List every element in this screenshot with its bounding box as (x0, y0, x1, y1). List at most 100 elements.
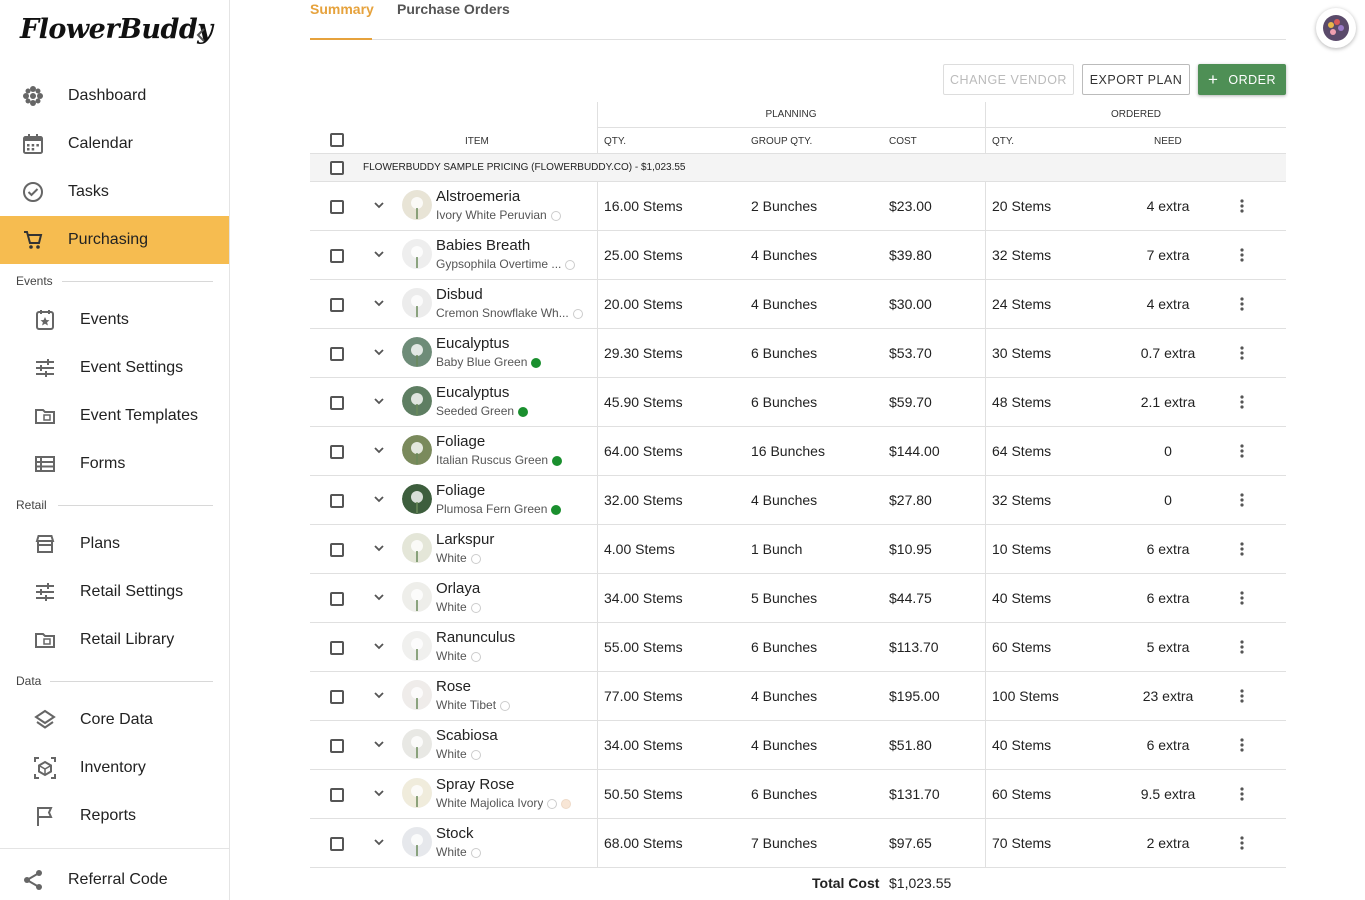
chevron-down-icon[interactable] (372, 492, 386, 506)
chevron-down-icon[interactable] (372, 296, 386, 310)
ordered-qty: 20 Stems (992, 198, 1052, 214)
need: 0 (1164, 443, 1172, 459)
select-all-checkbox[interactable] (330, 133, 344, 147)
more-vert-icon[interactable] (1239, 394, 1245, 410)
row-checkbox[interactable] (330, 396, 344, 410)
change-vendor-button[interactable]: CHANGE VENDOR (943, 64, 1074, 95)
status-dot (500, 701, 511, 711)
vendor-label: FLOWERBUDDY SAMPLE PRICING (FLOWERBUDDY.… (363, 162, 686, 173)
avatar[interactable] (1316, 8, 1356, 48)
table-row[interactable]: Spray Rose White Majolica Ivory 50.50 Stem… (310, 770, 1286, 819)
chevron-down-icon[interactable] (372, 247, 386, 261)
available-status-dot (531, 358, 542, 368)
more-vert-icon[interactable] (1239, 835, 1245, 851)
nav-tasks[interactable]: Tasks (0, 168, 229, 216)
table-row[interactable]: Stock White 68.00 Stems 7 Bunches $97.65 70 S… (310, 819, 1286, 868)
nav-core-data[interactable]: Core Data (0, 696, 229, 744)
nav-plans[interactable]: Plans (0, 520, 229, 568)
table-row[interactable]: Babies Breath Gypsophila Overtime ... 25.0… (310, 231, 1286, 280)
tab-purchase-orders[interactable]: Purchase Orders (397, 0, 510, 40)
more-vert-icon[interactable] (1239, 247, 1245, 263)
row-checkbox[interactable] (330, 592, 344, 606)
row-checkbox[interactable] (330, 690, 344, 704)
row-checkbox[interactable] (330, 249, 344, 263)
table-row[interactable]: Ranunculus White 55.00 Stems 6 Bunches $113.… (310, 623, 1286, 672)
tab-summary[interactable]: Summary (310, 0, 374, 40)
export-plan-button[interactable]: EXPORT PLAN (1082, 64, 1190, 95)
more-vert-icon[interactable] (1239, 198, 1245, 214)
row-checkbox[interactable] (330, 543, 344, 557)
chevron-down-icon[interactable] (372, 394, 386, 408)
col-ordered-qty[interactable]: QTY. (992, 128, 1014, 154)
chevron-down-icon[interactable] (372, 345, 386, 359)
nav-referral-code[interactable]: Referral Code (0, 856, 229, 900)
table-row[interactable]: Scabiosa White 34.00 Stems 4 Bunches $51.80 4… (310, 721, 1286, 770)
nav-dashboard[interactable]: Dashboard (0, 72, 229, 120)
chevron-down-icon[interactable] (372, 541, 386, 555)
nav-forms[interactable]: Forms (0, 440, 229, 488)
table-row[interactable]: Rose White Tibet 77.00 Stems 4 Bunches $195.… (310, 672, 1286, 721)
chevron-down-icon[interactable] (372, 688, 386, 702)
chevron-down-icon[interactable] (372, 835, 386, 849)
app-logo[interactable]: FlowerBuddy (20, 14, 213, 45)
nav-inventory[interactable]: Inventory (0, 744, 229, 792)
section-data-label: Data (16, 674, 42, 688)
chevron-down-icon[interactable] (372, 590, 386, 604)
nav-reports[interactable]: Reports (0, 792, 229, 840)
row-checkbox[interactable] (330, 494, 344, 508)
ordered-qty: 32 Stems (992, 492, 1052, 508)
more-vert-icon[interactable] (1239, 590, 1245, 606)
more-vert-icon[interactable] (1239, 688, 1245, 704)
chevron-down-icon[interactable] (372, 198, 386, 212)
more-vert-icon[interactable] (1239, 443, 1245, 459)
nav-calendar[interactable]: Calendar (0, 120, 229, 168)
group-qty: 4 Bunches (751, 247, 818, 263)
row-checkbox[interactable] (330, 200, 344, 214)
more-vert-icon[interactable] (1239, 639, 1245, 655)
column-divider (597, 672, 598, 721)
row-checkbox[interactable] (330, 298, 344, 312)
more-vert-icon[interactable] (1239, 492, 1245, 508)
col-group-qty[interactable]: GROUP QTY. (751, 128, 812, 154)
chevron-down-icon[interactable] (372, 737, 386, 751)
table-row[interactable]: Eucalyptus Baby Blue Green 29.30 Stems 6 Bu… (310, 329, 1286, 378)
table-row[interactable]: Disbud Cremon Snowflake Wh... 20.00 Stems 4… (310, 280, 1286, 329)
chevron-down-icon[interactable] (372, 443, 386, 457)
row-checkbox[interactable] (330, 837, 344, 851)
nav-events[interactable]: Events (0, 296, 229, 344)
table-row[interactable]: Larkspur White 4.00 Stems 1 Bunch $10.95 10 S… (310, 525, 1286, 574)
flower-thumbnail (402, 680, 432, 710)
row-checkbox[interactable] (330, 641, 344, 655)
more-vert-icon[interactable] (1239, 345, 1245, 361)
table-row[interactable]: Alstroemeria Ivory White Peruvian 16.00 St… (310, 182, 1286, 231)
row-checkbox[interactable] (330, 347, 344, 361)
chevron-down-icon[interactable] (372, 786, 386, 800)
nav-event-templates[interactable]: Event Templates (0, 392, 229, 440)
more-vert-icon[interactable] (1239, 541, 1245, 557)
table-row[interactable]: Foliage Italian Ruscus Green 64.00 Stems 16… (310, 427, 1286, 476)
ordered-qty: 64 Stems (992, 443, 1052, 459)
more-vert-icon[interactable] (1239, 786, 1245, 802)
col-need[interactable]: NEED (1154, 128, 1182, 154)
order-button[interactable]: + ORDER (1198, 64, 1286, 95)
more-vert-icon[interactable] (1239, 296, 1245, 312)
col-item[interactable]: ITEM (465, 128, 489, 154)
item-name: Alstroemeria (436, 188, 521, 205)
nav-retail-library[interactable]: Retail Library (0, 616, 229, 664)
item-variety: White (436, 600, 467, 614)
row-checkbox[interactable] (330, 788, 344, 802)
more-vert-icon[interactable] (1239, 737, 1245, 753)
nav-purchasing[interactable]: Purchasing (0, 216, 229, 264)
table-row[interactable]: Orlaya White 34.00 Stems 5 Bunches $44.75 40 … (310, 574, 1286, 623)
table-row[interactable]: Eucalyptus Seeded Green 45.90 Stems 6 Bunch… (310, 378, 1286, 427)
row-checkbox[interactable] (330, 739, 344, 753)
nav-retail-settings[interactable]: Retail Settings (0, 568, 229, 616)
nav-event-settings[interactable]: Event Settings (0, 344, 229, 392)
col-qty[interactable]: QTY. (604, 128, 626, 154)
col-cost[interactable]: COST (889, 128, 917, 154)
chevron-left-icon[interactable] (192, 24, 210, 46)
table-row[interactable]: Foliage Plumosa Fern Green 32.00 Stems 4 Bu… (310, 476, 1286, 525)
vendor-checkbox[interactable] (330, 161, 344, 175)
row-checkbox[interactable] (330, 445, 344, 459)
chevron-down-icon[interactable] (372, 639, 386, 653)
